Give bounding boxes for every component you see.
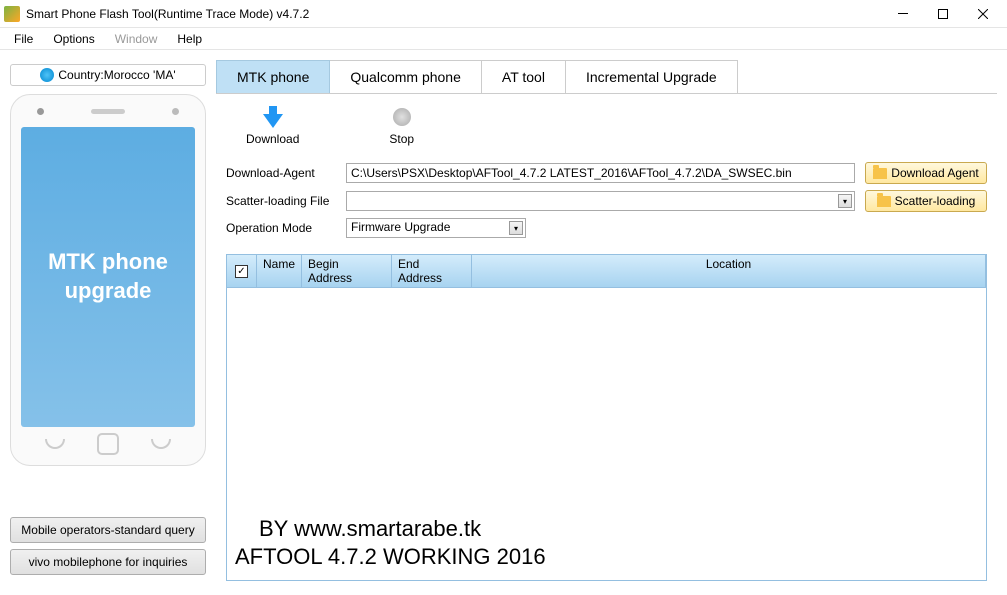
stop-label: Stop [389, 132, 414, 146]
phone-screen: MTK phone upgrade [21, 127, 195, 427]
stop-icon [393, 108, 411, 126]
phone-mockup: MTK phone upgrade [10, 94, 206, 466]
toolbar: Download Stop [216, 94, 997, 156]
chevron-down-icon[interactable]: ▾ [838, 194, 852, 208]
form-section: Download-Agent Download Agent Scatter-lo… [216, 156, 997, 250]
grid-checkbox-header[interactable]: ✓ [227, 255, 257, 287]
watermark-line1: BY www.smartarabe.tk [235, 515, 546, 544]
menu-window: Window [105, 30, 168, 48]
mobile-operators-button[interactable]: Mobile operators-standard query [10, 517, 206, 543]
scatter-loading-input[interactable]: ▾ [346, 191, 855, 211]
grid-header: ✓ Name Begin Address End Address Locatio… [227, 255, 986, 288]
left-panel: Country:Morocco 'MA' MTK phone upgrade M… [0, 50, 216, 595]
folder-icon [877, 196, 891, 207]
operation-mode-label: Operation Mode [226, 221, 336, 235]
watermark-line2: AFTOOL 4.7.2 WORKING 2016 [235, 543, 546, 572]
title-bar: Smart Phone Flash Tool(Runtime Trace Mod… [0, 0, 1007, 28]
tabs: MTK phone Qualcomm phone AT tool Increme… [216, 60, 997, 94]
vivo-inquiries-button[interactable]: vivo mobilephone for inquiries [10, 549, 206, 575]
download-arrow-icon [263, 114, 283, 128]
grid-col-name[interactable]: Name [257, 255, 302, 287]
globe-icon [40, 68, 54, 82]
maximize-button[interactable] [923, 1, 963, 27]
app-icon [4, 6, 20, 22]
phone-home-icon [97, 433, 119, 455]
grid-col-begin-address[interactable]: Begin Address [302, 255, 392, 287]
stop-button[interactable]: Stop [389, 106, 414, 146]
menu-options[interactable]: Options [43, 30, 104, 48]
grid-col-end-address[interactable]: End Address [392, 255, 472, 287]
phone-camera [37, 108, 44, 115]
phone-back-icon [45, 439, 65, 449]
menu-file[interactable]: File [4, 30, 43, 48]
phone-speaker [91, 109, 125, 114]
chevron-down-icon[interactable]: ▾ [509, 221, 523, 235]
scatter-loading-label: Scatter-loading File [226, 194, 336, 208]
window-title: Smart Phone Flash Tool(Runtime Trace Mod… [26, 7, 883, 21]
tab-mtk-phone[interactable]: MTK phone [216, 60, 330, 93]
minimize-button[interactable] [883, 1, 923, 27]
tab-incremental-upgrade[interactable]: Incremental Upgrade [565, 60, 738, 93]
right-panel: MTK phone Qualcomm phone AT tool Increme… [216, 50, 1007, 595]
download-label: Download [246, 132, 299, 146]
download-button[interactable]: Download [246, 106, 299, 146]
tab-at-tool[interactable]: AT tool [481, 60, 566, 93]
close-button[interactable] [963, 1, 1003, 27]
operation-mode-select[interactable]: Firmware Upgrade ▾ [346, 218, 526, 238]
download-agent-input[interactable] [346, 163, 855, 183]
country-badge: Country:Morocco 'MA' [10, 64, 206, 86]
phone-recent-icon [151, 439, 171, 449]
phone-sensor [172, 108, 179, 115]
country-label: Country:Morocco 'MA' [58, 68, 175, 82]
partition-grid: ✓ Name Begin Address End Address Locatio… [226, 254, 987, 581]
scatter-loading-button[interactable]: Scatter-loading [865, 190, 987, 212]
folder-icon [873, 168, 887, 179]
grid-col-location[interactable]: Location [472, 255, 986, 287]
download-agent-button[interactable]: Download Agent [865, 162, 987, 184]
menu-bar: File Options Window Help [0, 28, 1007, 50]
download-agent-label: Download-Agent [226, 166, 336, 180]
tab-qualcomm-phone[interactable]: Qualcomm phone [329, 60, 482, 93]
menu-help[interactable]: Help [167, 30, 212, 48]
watermark: BY www.smartarabe.tk AFTOOL 4.7.2 WORKIN… [235, 515, 546, 572]
grid-body: BY www.smartarabe.tk AFTOOL 4.7.2 WORKIN… [227, 288, 986, 580]
